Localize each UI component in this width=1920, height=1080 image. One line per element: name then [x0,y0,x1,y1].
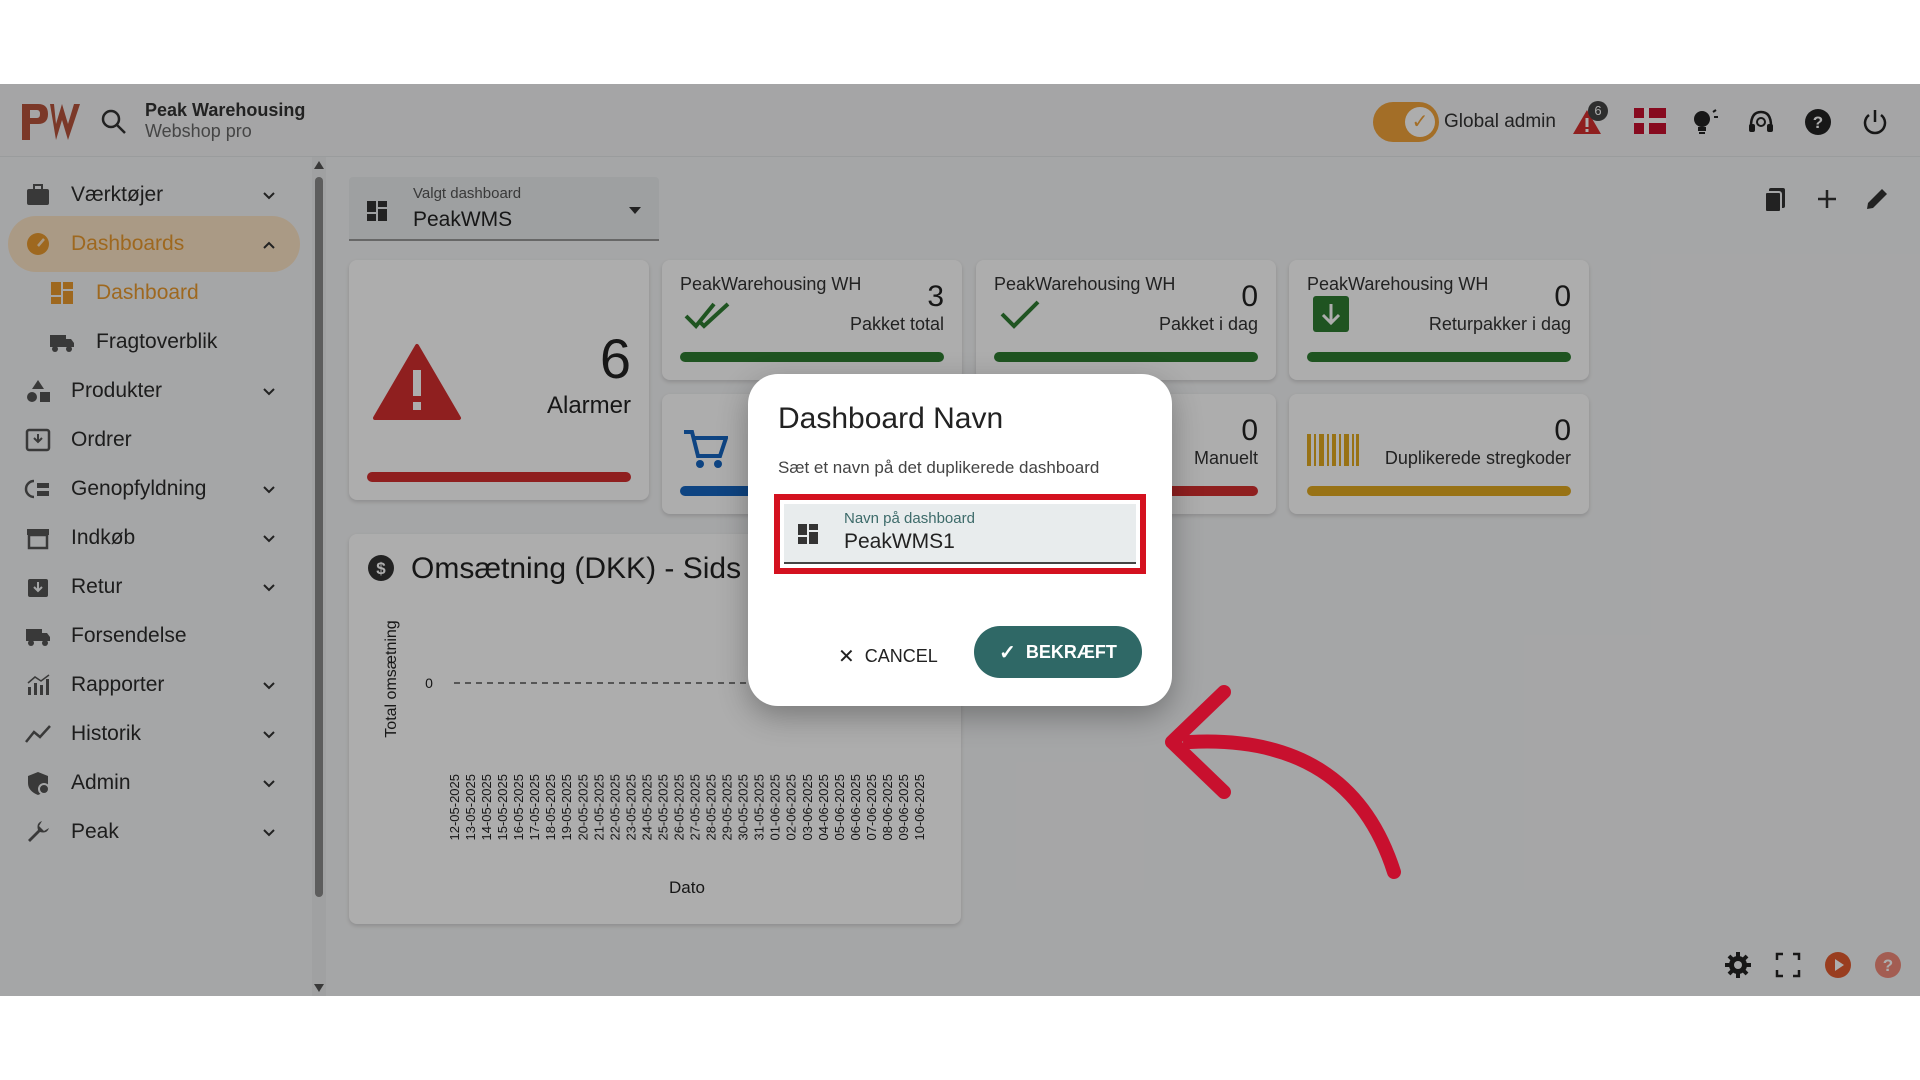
annotation-arrow-icon [1165,685,1401,879]
dialog-title: Dashboard Navn [778,402,1004,435]
dashboard-name-field[interactable]: Navn på dashboard [784,504,1136,564]
dashboard-grid-icon [798,524,818,544]
app-frame: Peak Warehousing Webshop pro ✓ Global ad… [0,84,1920,996]
dashboard-name-label: Navn på dashboard [844,510,975,527]
dialog-text: Sæt et navn på det duplikerede dashboard [778,458,1100,477]
close-icon: ✕ [838,645,855,668]
dashboard-name-dialog: Dashboard Navn Sæt et navn på det duplik… [748,374,1172,706]
check-icon: ✓ [999,641,1016,664]
cancel-button-label: CANCEL [864,645,938,666]
dashboard-name-input[interactable] [844,530,1124,554]
cancel-button[interactable]: ✕ CANCEL [838,636,938,676]
confirm-button[interactable]: ✓ BEKRÆFT [974,626,1142,678]
confirm-button-label: BEKRÆFT [1025,641,1117,662]
